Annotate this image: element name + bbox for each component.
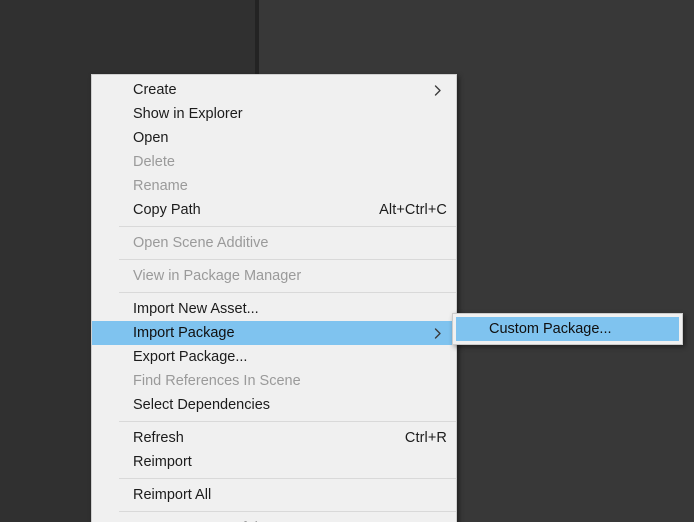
- menu-item-import-new-asset[interactable]: Import New Asset...: [92, 297, 456, 321]
- menu-item-label: Open: [133, 130, 169, 146]
- menu-item-open[interactable]: Open: [92, 126, 456, 150]
- menu-separator: [119, 421, 456, 422]
- menu-item-shortcut: Alt+Ctrl+C: [379, 202, 447, 218]
- menu-item-label: View in Package Manager: [133, 268, 302, 284]
- chevron-right-icon: [434, 321, 442, 345]
- menu-item-label: Refresh: [133, 430, 184, 446]
- menu-item-custom-package[interactable]: Custom Package...: [456, 317, 679, 341]
- editor-window: Create Show in Explorer Open Delete Rename Co…: [0, 0, 694, 522]
- project-asset-context-menu[interactable]: Create Show in Explorer Open Delete Rename Co…: [91, 74, 457, 522]
- menu-item-create[interactable]: Create: [92, 78, 456, 102]
- menu-item-show-in-explorer[interactable]: Show in Explorer: [92, 102, 456, 126]
- chevron-right-icon: [434, 78, 442, 102]
- menu-item-refresh[interactable]: Refresh Ctrl+R: [92, 426, 456, 450]
- menu-item-label: Delete: [133, 154, 175, 170]
- menu-separator: [119, 226, 456, 227]
- menu-item-reimport[interactable]: Reimport: [92, 450, 456, 474]
- menu-item-find-references-in-scene: Find References In Scene: [92, 369, 456, 393]
- menu-item-select-dependencies[interactable]: Select Dependencies: [92, 393, 456, 417]
- menu-separator: [119, 511, 456, 512]
- menu-item-label: Import Package: [133, 325, 235, 341]
- menu-separator: [119, 259, 456, 260]
- menu-item-shortcut: Ctrl+R: [404, 430, 447, 446]
- menu-item-label: Extract From Prefab: [133, 516, 263, 522]
- menu-separator: [119, 478, 456, 479]
- menu-item-import-package[interactable]: Import Package: [92, 321, 456, 345]
- menu-separator: [119, 292, 456, 293]
- menu-item-label: Open Scene Additive: [133, 235, 269, 251]
- menu-item-label: Select Dependencies: [133, 397, 271, 413]
- menu-item-delete: Delete: [92, 150, 456, 174]
- menu-item-rename: Rename: [92, 174, 456, 198]
- menu-item-label: Show in Explorer: [133, 106, 243, 122]
- menu-item-label: Import New Asset...: [133, 301, 259, 317]
- menu-item-label: Rename: [133, 178, 188, 194]
- menu-item-extract-from-prefab: Extract From Prefab: [92, 516, 456, 522]
- menu-item-view-in-package-manager: View in Package Manager: [92, 264, 456, 288]
- menu-item-copy-path[interactable]: Copy Path Alt+Ctrl+C: [92, 198, 456, 222]
- menu-item-label: Find References In Scene: [133, 373, 301, 389]
- menu-item-open-scene-additive: Open Scene Additive: [92, 231, 456, 255]
- menu-item-label: Export Package...: [133, 349, 248, 365]
- menu-item-export-package[interactable]: Export Package...: [92, 345, 456, 369]
- menu-item-label: Custom Package...: [489, 321, 612, 337]
- menu-item-reimport-all[interactable]: Reimport All: [92, 483, 456, 507]
- import-package-submenu[interactable]: Custom Package...: [452, 313, 683, 345]
- menu-item-label: Reimport: [133, 454, 192, 470]
- menu-item-label: Create: [133, 82, 177, 98]
- menu-item-label: Copy Path: [133, 202, 201, 218]
- menu-item-label: Reimport All: [133, 487, 212, 503]
